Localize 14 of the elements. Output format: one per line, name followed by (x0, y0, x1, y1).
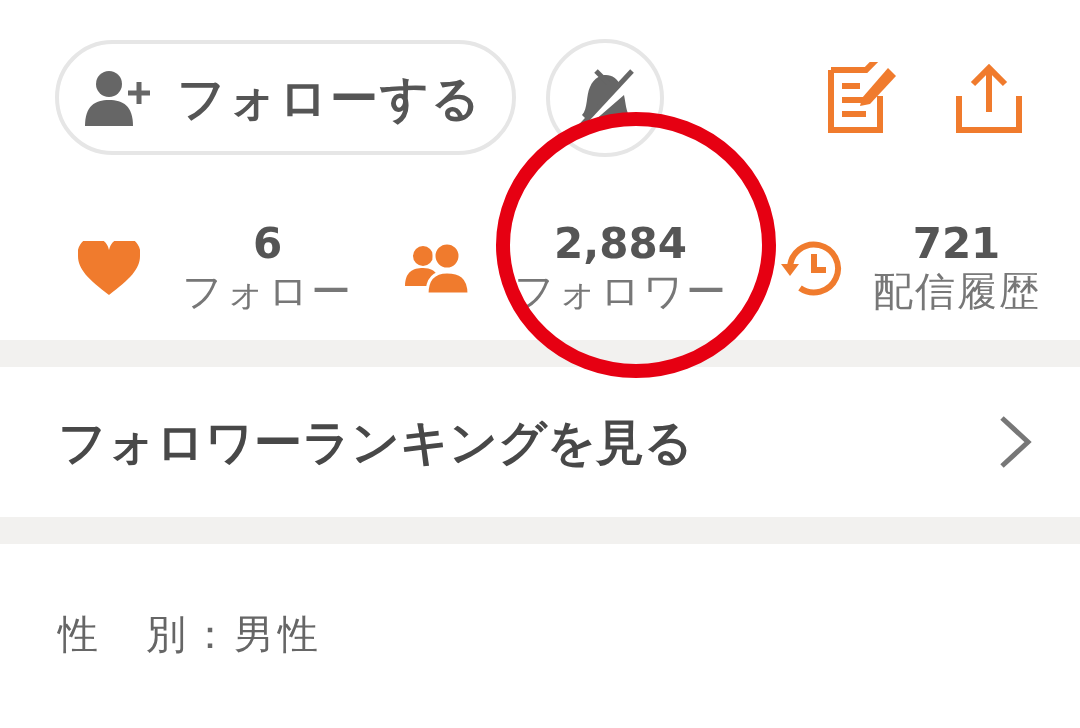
stat-count: 6 (251, 221, 284, 268)
edit-button[interactable] (826, 61, 898, 134)
profile-field: 性 別：男性 (0, 544, 1080, 664)
stat-label: フォロワー (513, 267, 728, 314)
stat-count: 2,884 (553, 221, 688, 268)
ranking-link[interactable]: フォロワーランキングを見る (0, 367, 1080, 517)
follow-button[interactable]: フォローする (55, 40, 516, 155)
chevron-right-icon (998, 414, 1032, 470)
share-button[interactable] (953, 61, 1025, 134)
people-icon (405, 241, 471, 294)
stat-label: 配信履歴 (872, 267, 1041, 314)
stat-label: フォロー (182, 267, 353, 314)
heart-icon (78, 240, 140, 295)
stat-count: 721 (911, 221, 1002, 268)
